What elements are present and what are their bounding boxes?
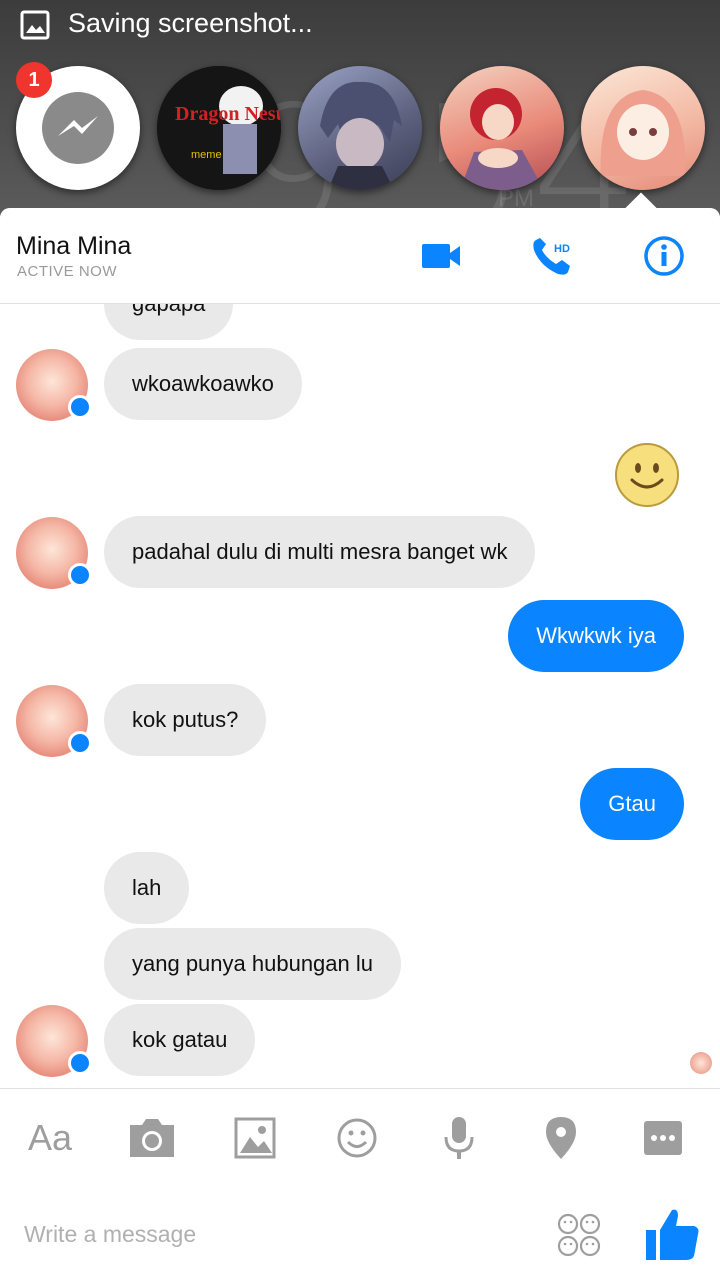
message-incoming[interactable]: yang punya hubungan lu — [104, 928, 401, 1000]
contact-avatar-pink — [600, 90, 686, 176]
chat-head-contact-boy[interactable] — [298, 66, 422, 190]
message-outgoing[interactable]: Gtau — [580, 768, 684, 840]
stickers-icon[interactable] — [556, 1212, 602, 1258]
messenger-mini-icon — [68, 1051, 92, 1075]
dragon-nest-avatar: Dragon Nest meme — [157, 66, 281, 190]
contact-avatar-red — [460, 88, 544, 190]
message-outgoing[interactable]: Wkwkwk iya — [508, 600, 684, 672]
info-icon[interactable] — [640, 234, 688, 278]
sender-avatar[interactable] — [16, 685, 92, 757]
sender-avatar[interactable] — [16, 349, 92, 421]
message-input[interactable] — [24, 1214, 524, 1254]
message-incoming[interactable]: gapapa — [104, 304, 234, 340]
contact-status: ACTIVE NOW — [17, 263, 118, 280]
screenshot-icon — [20, 10, 50, 40]
message-list[interactable]: gapapa wkoawkoawko padahal dulu di multi… — [0, 304, 720, 1088]
more-icon[interactable] — [642, 1115, 684, 1161]
messenger-mini-icon — [68, 563, 92, 587]
contact-name[interactable]: Mina Mina — [16, 232, 131, 261]
chat-head-contact-red[interactable] — [440, 66, 564, 190]
message-incoming[interactable]: padahal dulu di multi mesra banget wk — [104, 516, 536, 588]
sender-avatar[interactable] — [16, 1005, 92, 1077]
hd-call-icon[interactable]: HD — [528, 234, 576, 278]
message-incoming[interactable]: kok gatau — [104, 1004, 256, 1076]
notification-text: Saving screenshot... — [68, 8, 313, 38]
camera-icon[interactable] — [128, 1115, 176, 1161]
message-input-row — [0, 1184, 720, 1280]
message-incoming[interactable]: lah — [104, 852, 190, 924]
messenger-mini-icon — [68, 731, 92, 755]
dragon-subtitle: meme — [191, 149, 222, 161]
message-incoming[interactable]: wkoawkoawko — [104, 348, 302, 420]
video-call-icon[interactable] — [418, 234, 466, 278]
chat-header: Mina Mina ACTIVE NOW HD — [0, 208, 720, 304]
location-icon[interactable] — [544, 1115, 578, 1161]
image-icon[interactable] — [234, 1115, 276, 1161]
like-thumbs-up-icon[interactable] — [644, 1206, 700, 1262]
text-format-button[interactable]: Aa — [28, 1115, 72, 1161]
message-incoming[interactable]: kok putus? — [104, 684, 267, 756]
chat-panel: Mina Mina ACTIVE NOW HD gapapa wkoawkoaw… — [0, 208, 720, 1280]
messenger-mini-icon — [68, 395, 92, 419]
sender-avatar[interactable] — [16, 517, 92, 589]
status-bar: Saving screenshot... — [0, 0, 720, 50]
microphone-icon[interactable] — [442, 1115, 476, 1161]
chat-head-dragon-nest[interactable]: Dragon Nest meme — [157, 66, 281, 190]
svg-text:HD: HD — [554, 243, 570, 255]
chat-head-contact-pink[interactable] — [581, 66, 705, 190]
dragon-title: Dragon Nest — [175, 103, 281, 125]
smiley-emoji-icon[interactable] — [614, 442, 680, 508]
unread-badge: 1 — [16, 62, 52, 98]
seen-indicator-avatar — [690, 1052, 712, 1074]
composer-toolbar: Aa — [0, 1088, 720, 1184]
emoji-icon[interactable] — [336, 1115, 378, 1161]
contact-avatar-boy — [320, 81, 402, 190]
